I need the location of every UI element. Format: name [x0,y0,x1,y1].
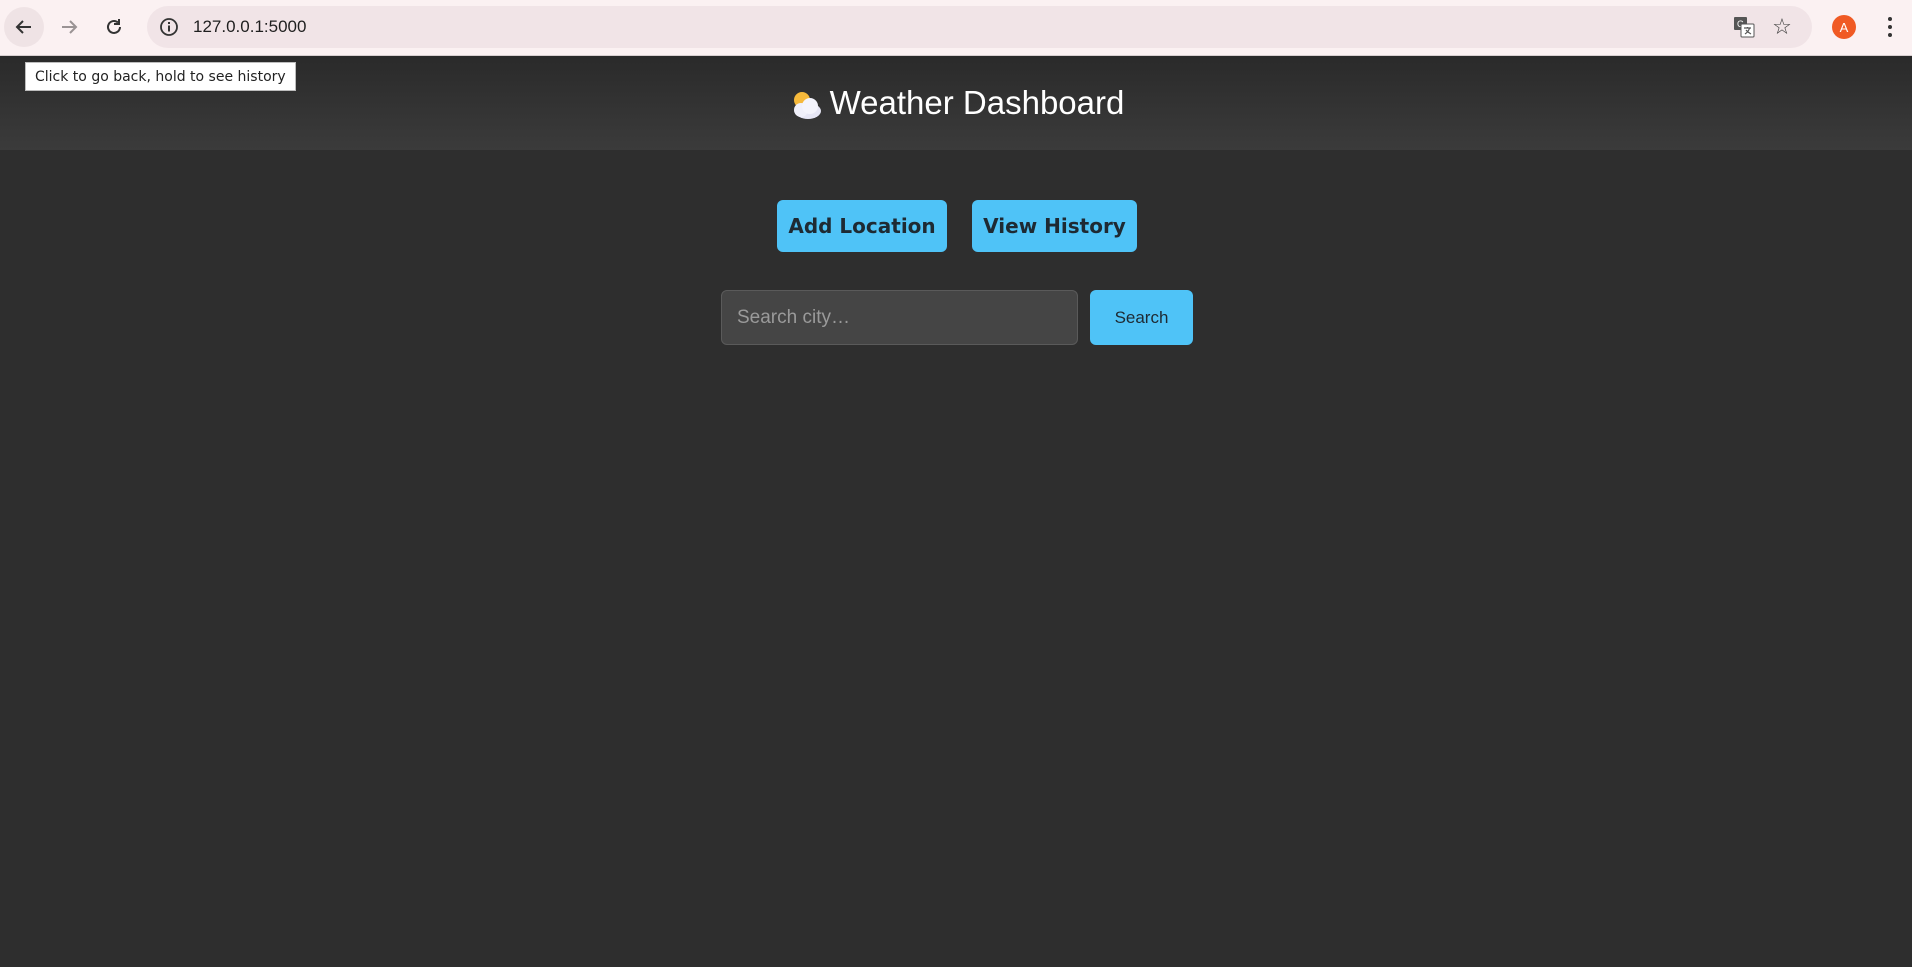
address-bar[interactable]: 127.0.0.1:5000 G ☆ [147,6,1812,48]
sun-behind-cloud-icon [793,92,821,119]
info-icon[interactable] [157,15,181,39]
forward-button[interactable] [49,7,89,47]
view-history-button[interactable]: View History [972,200,1137,252]
reload-button[interactable] [94,7,134,47]
page-title: Weather Dashboard [788,84,1125,122]
arrow-left-icon [15,20,31,34]
avatar[interactable]: A [1832,15,1856,39]
browser-toolbar: 127.0.0.1:5000 G ☆ A [0,0,1912,56]
translate-icon[interactable]: G [1732,15,1756,39]
kebab-menu-icon[interactable] [1878,12,1902,42]
reload-icon [107,19,121,34]
page-title-text: Weather Dashboard [829,84,1125,121]
search-input[interactable] [721,290,1078,345]
search-button[interactable]: Search [1090,290,1193,345]
back-button[interactable] [4,7,44,47]
back-tooltip: Click to go back, hold to see history [25,62,296,91]
arrow-right-icon [62,20,78,34]
star-icon[interactable]: ☆ [1770,14,1794,39]
url-text[interactable]: 127.0.0.1:5000 [193,17,306,37]
add-location-button[interactable]: Add Location [777,200,947,252]
